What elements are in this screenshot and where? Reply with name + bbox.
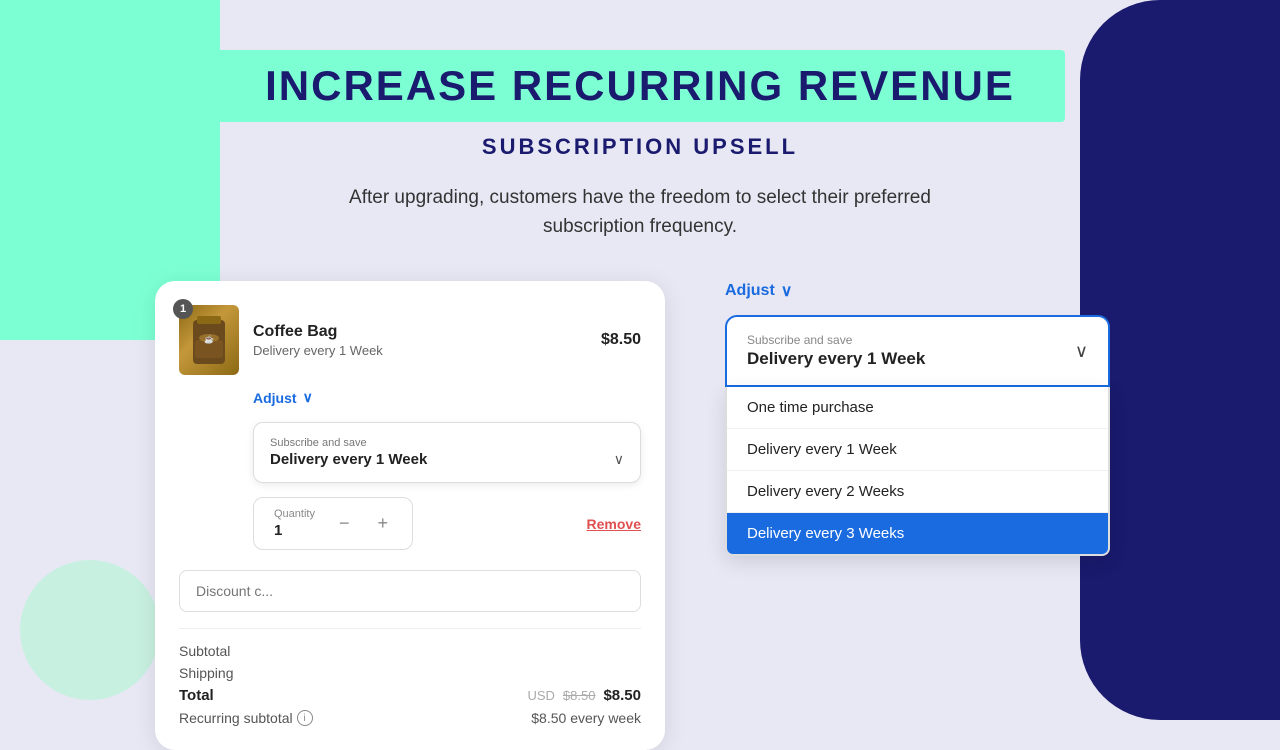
subscribe-value: Delivery every 1 Week	[270, 451, 427, 468]
quantity-row: Quantity 1 − + Remove	[253, 497, 641, 550]
quantity-minus-button[interactable]: −	[335, 513, 354, 534]
cart-card: 1 ☕ Coffee Bag Delivery every 1 Week	[155, 281, 665, 750]
total-label: Total	[179, 687, 214, 704]
product-name: Coffee Bag	[253, 323, 587, 341]
shipping-row: Shipping	[179, 665, 641, 681]
discount-row	[179, 570, 641, 612]
dropdown-options: One time purchase Delivery every 1 Week …	[725, 387, 1110, 556]
recurring-label: Recurring subtotal i	[179, 710, 313, 726]
total-strikethrough: $8.50	[563, 688, 596, 703]
discount-input[interactable]	[179, 570, 641, 612]
product-info: Coffee Bag Delivery every 1 Week	[253, 323, 587, 358]
subtotal-row: Subtotal	[179, 643, 641, 659]
main-content: INCREASE RECURRING REVENUE SUBSCRIPTION …	[0, 0, 1280, 750]
recurring-info-icon[interactable]: i	[297, 710, 313, 726]
product-image-wrap: 1 ☕	[179, 305, 239, 375]
dropdown-option-3[interactable]: Delivery every 3 Weeks	[727, 513, 1108, 554]
subscribe-dropdown-card[interactable]: Subscribe and save Delivery every 1 Week…	[253, 422, 641, 483]
recurring-row: Recurring subtotal i $8.50 every week	[179, 710, 641, 726]
remove-button[interactable]: Remove	[587, 516, 641, 532]
cart-totals: Subtotal Shipping Total USD $8.50 $8.50	[179, 628, 641, 726]
quantity-info: Quantity 1	[274, 508, 315, 539]
adjust-button-cart[interactable]: Adjust ∨	[253, 389, 313, 406]
subtotal-label: Subtotal	[179, 643, 230, 659]
cart-item-row: 1 ☕ Coffee Bag Delivery every 1 Week	[179, 305, 641, 375]
quantity-label: Quantity	[274, 508, 315, 520]
adjust-chevron-icon: ∨	[303, 389, 313, 406]
main-dropdown-value: Delivery every 1 Week	[747, 349, 925, 369]
right-panel: Adjust ∨ Subscribe and save Delivery eve…	[725, 281, 1125, 556]
page-subtitle: SUBSCRIPTION UPSELL	[482, 134, 798, 160]
subscribe-value-row: Delivery every 1 Week ∨	[270, 451, 624, 468]
page-title: INCREASE RECURRING REVENUE	[265, 62, 1015, 110]
title-banner: INCREASE RECURRING REVENUE	[215, 50, 1065, 122]
product-delivery: Delivery every 1 Week	[253, 343, 587, 358]
cards-container: 1 ☕ Coffee Bag Delivery every 1 Week	[95, 281, 1185, 750]
total-currency: USD	[527, 688, 554, 703]
adjust-label-cart: Adjust	[253, 390, 297, 406]
dropdown-option-2[interactable]: Delivery every 2 Weeks	[727, 471, 1108, 513]
quantity-box: Quantity 1 − +	[253, 497, 413, 550]
coffee-bag-svg: ☕	[185, 310, 233, 370]
adjust-label-right: Adjust	[725, 282, 775, 300]
shipping-label: Shipping	[179, 665, 234, 681]
quantity-plus-button[interactable]: +	[373, 513, 392, 534]
adjust-chevron-right-icon: ∨	[781, 281, 793, 301]
product-badge: 1	[173, 299, 193, 319]
main-dropdown-chevron-icon: ∨	[1075, 341, 1088, 362]
recurring-value: $8.50 every week	[531, 710, 641, 726]
total-row: Total USD $8.50 $8.50	[179, 687, 641, 704]
main-dropdown-text: Subscribe and save Delivery every 1 Week	[747, 333, 925, 369]
main-dropdown[interactable]: Subscribe and save Delivery every 1 Week…	[725, 315, 1110, 387]
product-price: $8.50	[601, 331, 641, 349]
page-description: After upgrading, customers have the free…	[300, 184, 980, 241]
subscribe-chevron-icon: ∨	[614, 451, 624, 468]
dropdown-option-1[interactable]: Delivery every 1 Week	[727, 429, 1108, 471]
svg-text:☕: ☕	[204, 334, 214, 344]
total-value-group: USD $8.50 $8.50	[527, 687, 641, 704]
main-dropdown-label: Subscribe and save	[747, 333, 925, 347]
subscribe-label: Subscribe and save	[270, 437, 624, 449]
total-value: $8.50	[603, 687, 641, 704]
adjust-button-right[interactable]: Adjust ∨	[725, 281, 793, 301]
dropdown-option-0[interactable]: One time purchase	[727, 387, 1108, 429]
quantity-value: 1	[274, 522, 315, 539]
